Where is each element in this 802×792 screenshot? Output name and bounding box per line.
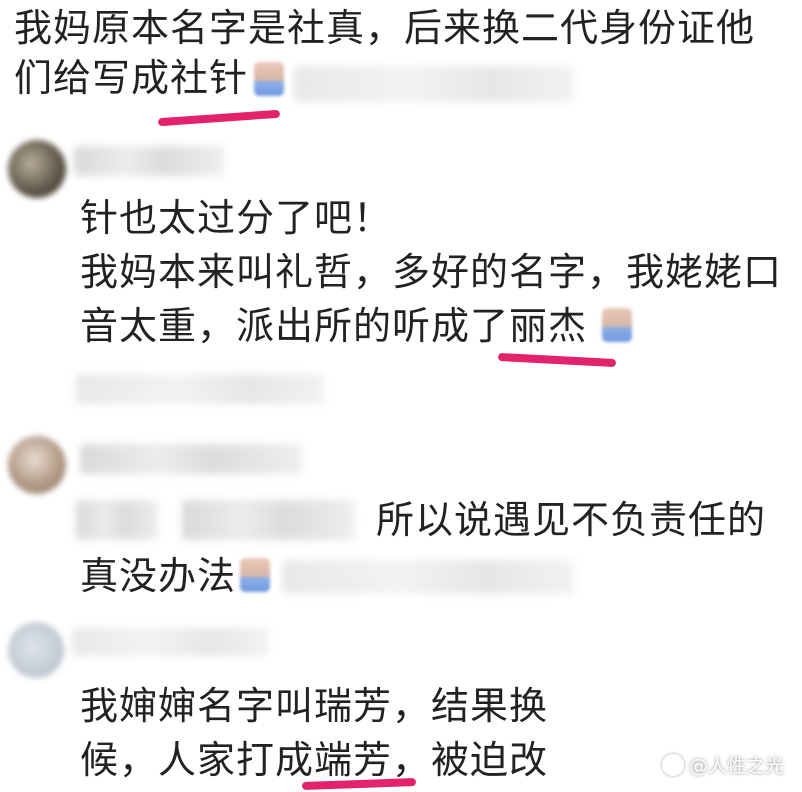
watermark-text: @人性之光 xyxy=(688,755,784,777)
redacted-username xyxy=(72,628,268,656)
comment-text: 我妈本来叫礼哲，多好的名字，我姥姥口 xyxy=(80,250,783,294)
emoji-icon xyxy=(240,558,270,592)
redacted-mention xyxy=(76,500,158,540)
comment-text: 我妈原本名字是社真，后来换二代身份证他 xyxy=(14,6,756,50)
comment-text: 音太重，派出所的听成了丽杰 xyxy=(80,304,588,348)
redacted-text xyxy=(294,66,574,102)
redacted-text xyxy=(76,374,324,404)
highlight-underline xyxy=(497,352,617,368)
emoji-icon xyxy=(254,62,284,96)
avatar xyxy=(8,622,64,678)
comment-text: 我婶婶名字叫瑞芳，结果换 xyxy=(80,684,549,728)
avatar xyxy=(8,436,66,494)
emoji-icon xyxy=(602,308,632,342)
comment-text: 所以说遇见不负责任的 xyxy=(376,498,767,542)
comment-text: 候，人家打成端芳，被迫改 xyxy=(80,738,549,782)
comment-text: 们给写成社针 xyxy=(14,56,249,100)
paw-logo-icon xyxy=(661,753,684,776)
redacted-mention xyxy=(182,500,354,540)
highlight-underline xyxy=(157,109,281,127)
avatar xyxy=(8,140,66,198)
watermark: @人性之光 xyxy=(661,751,784,778)
comment-text: 真没办法 xyxy=(80,554,237,598)
comment-text: 针也太过分了吧！ xyxy=(80,196,393,240)
redacted-text xyxy=(282,560,574,594)
redacted-username xyxy=(74,146,224,176)
redacted-username xyxy=(80,444,302,474)
